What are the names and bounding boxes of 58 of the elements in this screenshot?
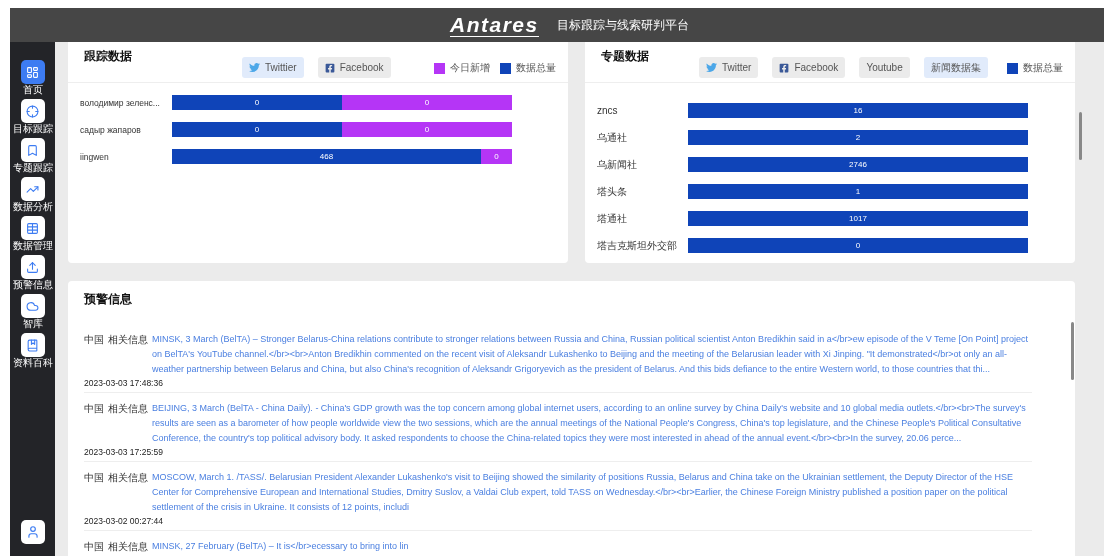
source-tab[interactable]: Twitter bbox=[699, 57, 759, 78]
nav-label[interactable]: 数据管理 bbox=[12, 240, 53, 252]
source-tab[interactable]: Twittier bbox=[242, 57, 304, 78]
total-bar: 1 bbox=[688, 184, 1028, 199]
legend-label: 数据总量 bbox=[516, 61, 556, 75]
timestamp: 2023-03-03 17:48:36 bbox=[84, 378, 164, 388]
total-bar: 0 bbox=[172, 95, 342, 110]
target-name: садыр жапаров bbox=[80, 124, 142, 135]
total-bar: 468 bbox=[172, 149, 482, 164]
timestamp: 2023-03-03 17:25:59 bbox=[84, 447, 164, 457]
source-name: 塔头条 bbox=[597, 184, 628, 199]
country-label: 中国 bbox=[84, 471, 104, 485]
news-link[interactable]: MINSK, 3 March (BelTA) – Stronger Belarus-China relations contribute to stronger relations between Russia and China, Russian political scientist Anton Bredikhin said in a</br>ew episode of the V Teme [On Point] project on BelTA's YouTube channel.</br><br>Anton Bredikhin commented on the recent visit of Aleksandr Lukashenko to Beijing and the meeting of the Belarusian leader with Xi Jinping. "It demonstrated</br>ot only an all-weather partnership between Belarus and China, but also China's recognition of Aleksandr Grigoryevich as the president of Belarus. And this bids defiance to the entire Western world, to those countries that thi... bbox=[152, 332, 1032, 377]
nav-label[interactable]: 资料百科 bbox=[12, 357, 53, 369]
legend-label: 数据总量 bbox=[1023, 61, 1063, 75]
total-bar: 0 bbox=[172, 122, 342, 137]
news-link[interactable]: BEIJING, 3 March (BelTA - China Daily). - China's GDP growth was the top concern among global internet users, according to an online survey by China Daily's website and 10 global media outlets.</br><br>The survey's results are seen as a barometer of how people worldwide view the two sessions, which are the annual meetings of the National People's Congress, China's top legislature, and the Chinese People's Political Consultative Conference, the country's top political advisory body. It asked respondents to choose the China-related topics they were most interested in ahead of the annual event.</br><br>In the survey, 20.06 perce... bbox=[152, 401, 1032, 446]
source-tab[interactable]: 新闻数据集 bbox=[923, 57, 988, 78]
nav-label[interactable]: 目标跟踪 bbox=[12, 123, 53, 135]
logo: Antares bbox=[450, 13, 539, 37]
today-bar: 0 bbox=[481, 149, 512, 164]
news-link[interactable]: MOSCOW, March 1. /TASS/. Belarusian President Alexander Lukashenko's visit to Beijing showed the similarity of positions Russia, Belarus and China take on the Ukrainian settlement, the Deputy Director of the HSE Center for Comprehensive European and International Studies, Dmitry Suslov, a Valdai Club expert, told TASS on Wednesday.</br><br>Earlier, the Chinese Foreign Ministry published a position paper on the political settlement of the crisis in Ukraine. It consists of 12 points, includi bbox=[152, 470, 1032, 515]
total-bar: 2746 bbox=[688, 157, 1028, 172]
legend-label: 今日新增 bbox=[450, 61, 490, 75]
country-label: 中国 bbox=[84, 402, 104, 416]
target-name: володимир зеленс... bbox=[80, 97, 161, 108]
nav-label[interactable]: 预警信息 bbox=[12, 279, 53, 291]
card-title: 跟踪数据 bbox=[84, 48, 132, 65]
today-bar: 0 bbox=[342, 95, 512, 110]
nav-label[interactable]: 专题跟踪 bbox=[12, 162, 53, 174]
today-bar: 0 bbox=[342, 122, 512, 137]
country-label: 中国 bbox=[84, 540, 104, 554]
source-name: zncs bbox=[597, 105, 619, 116]
nav-label[interactable]: 数据分析 bbox=[12, 201, 53, 213]
app-title: 目标跟踪与线索研判平台 bbox=[556, 16, 689, 34]
timestamp: 2023-03-02 00:27:44 bbox=[84, 516, 164, 526]
total-bar: 1017 bbox=[688, 211, 1028, 226]
type-label: 相关信息 bbox=[108, 402, 148, 416]
country-label: 中国 bbox=[84, 333, 104, 347]
news-link[interactable]: MINSK, 27 February (BelTA) – It is</br>ecessary to bring into lin bbox=[152, 539, 1032, 554]
type-label: 相关信息 bbox=[108, 333, 148, 347]
nav-label[interactable]: 智库 bbox=[22, 318, 43, 330]
nav-label[interactable]: 首页 bbox=[22, 84, 43, 96]
source-name: 塔吉克斯坦外交部 bbox=[597, 238, 678, 253]
source-name: 乌新闻社 bbox=[597, 157, 638, 172]
total-bar: 0 bbox=[688, 238, 1028, 253]
source-name: 塔通社 bbox=[597, 211, 628, 226]
card-title: 预警信息 bbox=[84, 291, 133, 308]
source-tab[interactable]: Facebook bbox=[317, 57, 391, 78]
card-title: 专题数据 bbox=[601, 48, 649, 65]
source-name: 乌通社 bbox=[597, 130, 628, 145]
type-label: 相关信息 bbox=[108, 471, 148, 485]
source-tab[interactable]: Facebook bbox=[772, 57, 846, 78]
target-name: iingwen bbox=[80, 151, 110, 162]
total-bar: 16 bbox=[688, 103, 1028, 118]
type-label: 相关信息 bbox=[108, 540, 148, 554]
total-bar: 2 bbox=[688, 130, 1028, 145]
source-tab[interactable]: Youtube bbox=[859, 57, 910, 78]
